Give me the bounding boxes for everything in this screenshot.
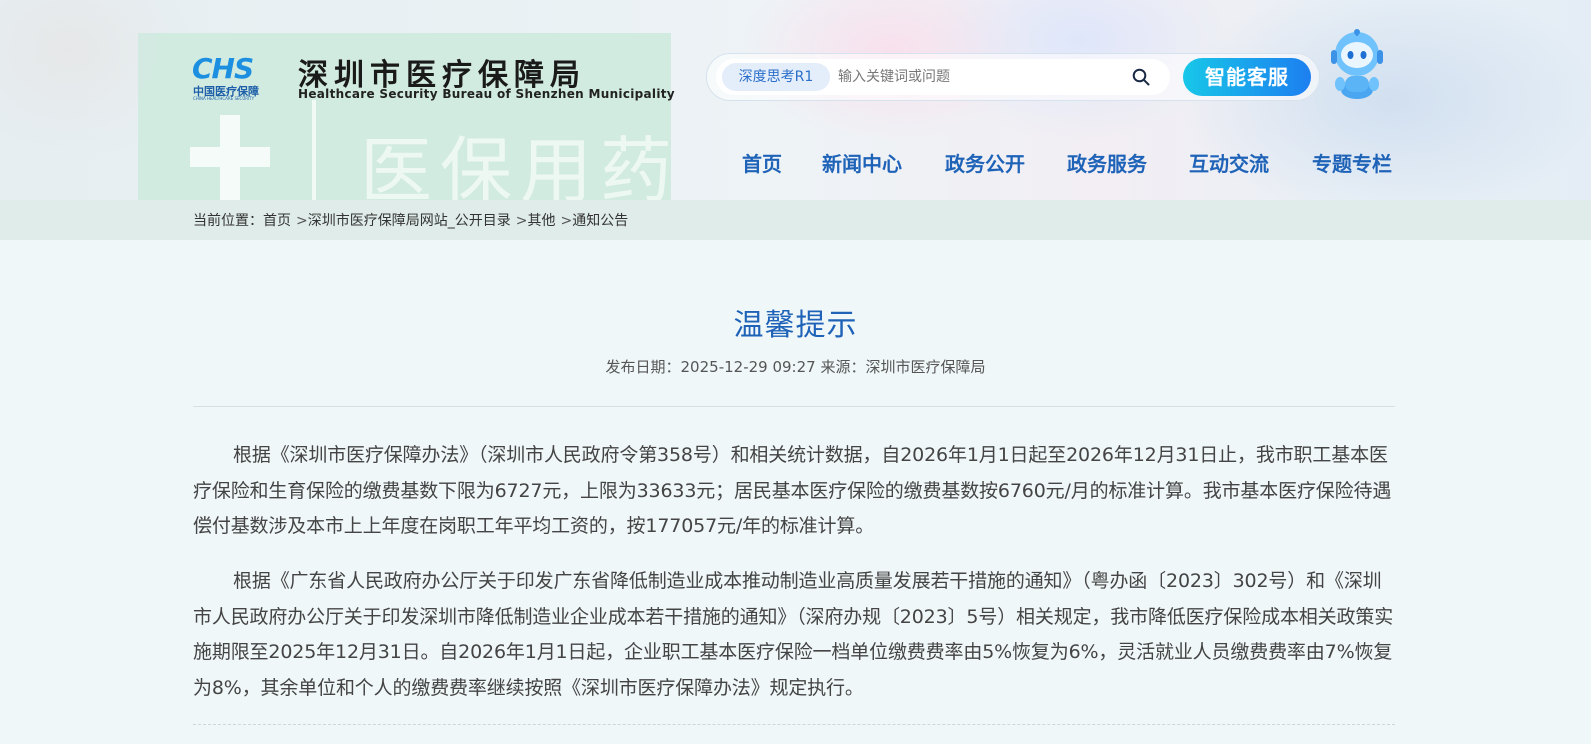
nav-item-gov-affairs-public[interactable]: 政务公开	[945, 148, 1025, 177]
breadcrumb-separator: >	[560, 213, 573, 229]
content-divider	[193, 724, 1395, 725]
article-paragraph: 根据《深圳市医疗保障办法》（深圳市人民政府令第358号）和相关统计数据，自202…	[193, 444, 1392, 537]
site-name-en: Healthcare Security Bureau of Shenzhen M…	[298, 87, 675, 101]
search-input[interactable]	[832, 63, 1134, 91]
nav-item-interaction[interactable]: 互动交流	[1189, 148, 1269, 177]
ai-customer-service-button[interactable]: 智能客服	[1183, 58, 1311, 96]
breadcrumb-separator: >	[296, 213, 308, 229]
robot-assistant-icon[interactable]	[1328, 28, 1386, 100]
article-meta: 发布日期：2025-12-29 09:27 来源：深圳市医疗保障局	[605, 358, 986, 376]
logo-en-text: CHINA HEALTHCARE SECURITY	[193, 96, 255, 101]
nav-item-home[interactable]: 首页	[742, 148, 782, 177]
article-title: 温馨提示	[733, 308, 858, 343]
banner-sign-text: 医保用药	[360, 129, 681, 200]
breadcrumb-separator: >	[515, 213, 528, 229]
breadcrumb-item-home[interactable]: 首页	[263, 213, 291, 229]
medical-cross-icon	[190, 115, 270, 200]
nav-item-gov-services[interactable]: 政务服务	[1067, 148, 1147, 177]
logo-mark: CHS	[192, 52, 254, 85]
search-icon[interactable]	[1132, 68, 1150, 86]
breadcrumb: 当前位置：首页 >深圳市医疗保障局网站_公开目录 >其他 >通知公告	[193, 210, 628, 230]
article-paragraph: 根据《广东省人民政府办公厅关于印发广东省降低制造业成本推动制造业高质量发展若干措…	[193, 570, 1394, 699]
nav-item-special-topics[interactable]: 专题专栏	[1312, 148, 1392, 177]
breadcrumb-item-other[interactable]: 其他	[527, 213, 555, 229]
breadcrumb-item-notices[interactable]: 通知公告	[572, 213, 628, 229]
title-divider	[193, 406, 1395, 407]
banner-divider	[312, 100, 316, 200]
nav-item-news[interactable]: 新闻中心	[822, 148, 902, 177]
breadcrumb-item-catalog[interactable]: 深圳市医疗保障局网站_公开目录	[308, 213, 511, 229]
deep-think-tag[interactable]: 深度思考R1	[722, 63, 830, 91]
breadcrumb-label: 当前位置：	[193, 213, 263, 229]
